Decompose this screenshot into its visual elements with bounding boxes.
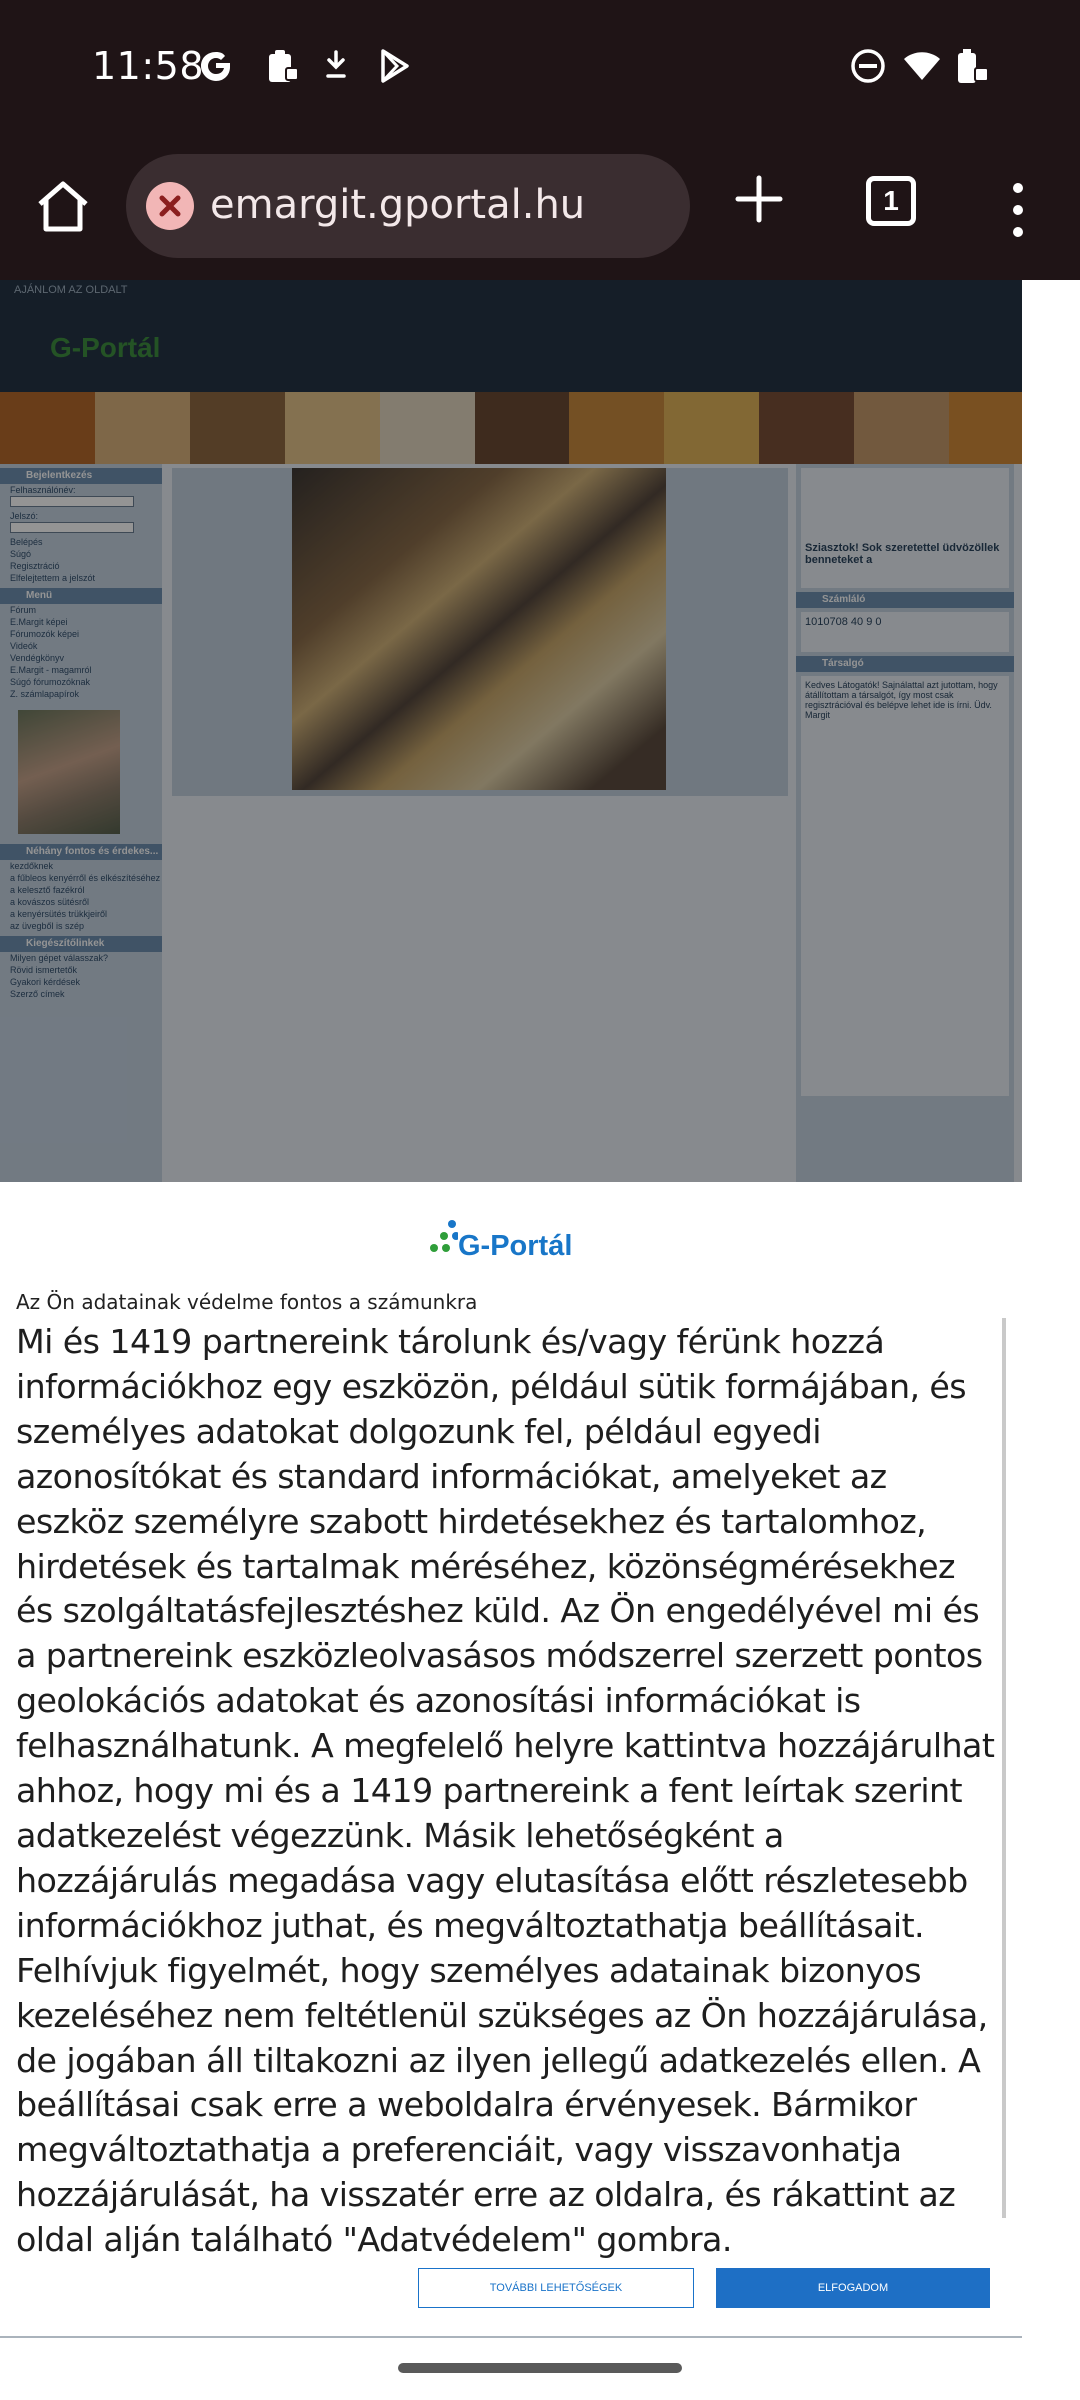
download-icon: [326, 50, 346, 78]
consent-line: de jogában áll tiltakozni az ilyen jelle…: [16, 2040, 981, 2080]
consent-scrollbar[interactable]: [1002, 1318, 1006, 2218]
consent-line: Mi és 1419 partnereink tárolunk és/vagy …: [16, 1322, 885, 1361]
consent-line: információkhoz egy eszközön, például süt…: [16, 1366, 967, 1406]
logo-dots-icon: [430, 1220, 458, 1252]
consent-line: és szolgáltatásfejlesztéshez küld. Az Ön…: [16, 1591, 980, 1631]
play-store-icon: [381, 49, 409, 83]
wifi-icon: [904, 52, 940, 80]
do-not-disturb-icon: [851, 49, 885, 83]
consent-line: azonosítókat és standard információkat, …: [16, 1456, 887, 1496]
consent-line: személyes adatokat dolgozunk fel, példáu…: [16, 1411, 822, 1451]
clipboard-lock-icon: [269, 50, 299, 82]
consent-heading: Az Ön adatainak védelme fontos a számunk…: [16, 1290, 478, 1314]
home-icon[interactable]: [30, 174, 96, 240]
consent-line: felhasználhatunk. A megfelelő helyre kat…: [16, 1726, 995, 1766]
consent-line: beállításai csak erre a weboldalra érvén…: [16, 2085, 917, 2125]
consent-line: hozzájárulását, ha visszatér erre az old…: [16, 2175, 956, 2215]
status-bar: 11:58: [0, 0, 1080, 140]
consent-line: ahhoz, hogy mi és a 1419 partnereink a f…: [16, 1771, 963, 1811]
battery-charging-icon: [958, 49, 989, 83]
browser-toolbar: emargit.gportal.hu 1: [0, 140, 1080, 280]
consent-line: információkhoz juthat, és megváltoztatha…: [16, 1905, 925, 1945]
consent-line: kezeléséhez nem feltétlenül szükséges az…: [16, 1995, 988, 2035]
tabs-icon[interactable]: 1: [866, 176, 916, 226]
consent-line: a partnereink eszközleolvasásos módszerr…: [16, 1636, 983, 1676]
accept-button[interactable]: ELFOGADOM: [716, 2268, 990, 2308]
status-time: 11:58: [92, 44, 205, 88]
website-content: AJÁNLOM AZ OLDALT G-Portál Bejelentkezés…: [0, 280, 1022, 1182]
gesture-navigation-bar[interactable]: [398, 2363, 682, 2373]
google-icon: [201, 52, 230, 81]
logo-text: G-Portál: [458, 1230, 573, 1262]
consent-line: hirdetések és tartalmak méréséhez, közön…: [16, 1546, 955, 1586]
url-text: emargit.gportal.hu: [210, 182, 586, 228]
more-menu-icon[interactable]: [1008, 180, 1028, 240]
address-bar[interactable]: emargit.gportal.hu: [126, 154, 690, 258]
consent-line: adatkezelést végezzünk. Másik lehetőségk…: [16, 1815, 784, 1855]
consent-dialog: G-Portál Az Ön adatainak védelme fontos …: [0, 1182, 1022, 2338]
consent-line: eszköz személyre szabott hirdetésekhez é…: [16, 1501, 927, 1541]
gportal-logo: G-Portál: [428, 1218, 596, 1268]
consent-line: geolokációs adatokat és azonosítási info…: [16, 1681, 861, 1721]
new-tab-icon[interactable]: [730, 170, 788, 228]
more-options-button[interactable]: TOVÁBBI LEHETŐSÉGEK: [418, 2268, 694, 2308]
dimming-overlay: [0, 280, 1022, 1182]
consent-line: hozzájárulás megadása vagy elutasítása e…: [16, 1860, 968, 1900]
consent-line: megváltoztathatja a preferenciáit, vagy …: [16, 2130, 902, 2170]
consent-body: Mi és 1419 partnereink tárolunk és/vagy …: [16, 1320, 1008, 2260]
consent-line: oldal alján található "Adatvédelem" gomb…: [16, 2220, 732, 2260]
consent-line: Felhívjuk figyelmét, hogy személyes adat…: [16, 1950, 922, 1990]
site-info-warning-icon[interactable]: [146, 182, 194, 230]
